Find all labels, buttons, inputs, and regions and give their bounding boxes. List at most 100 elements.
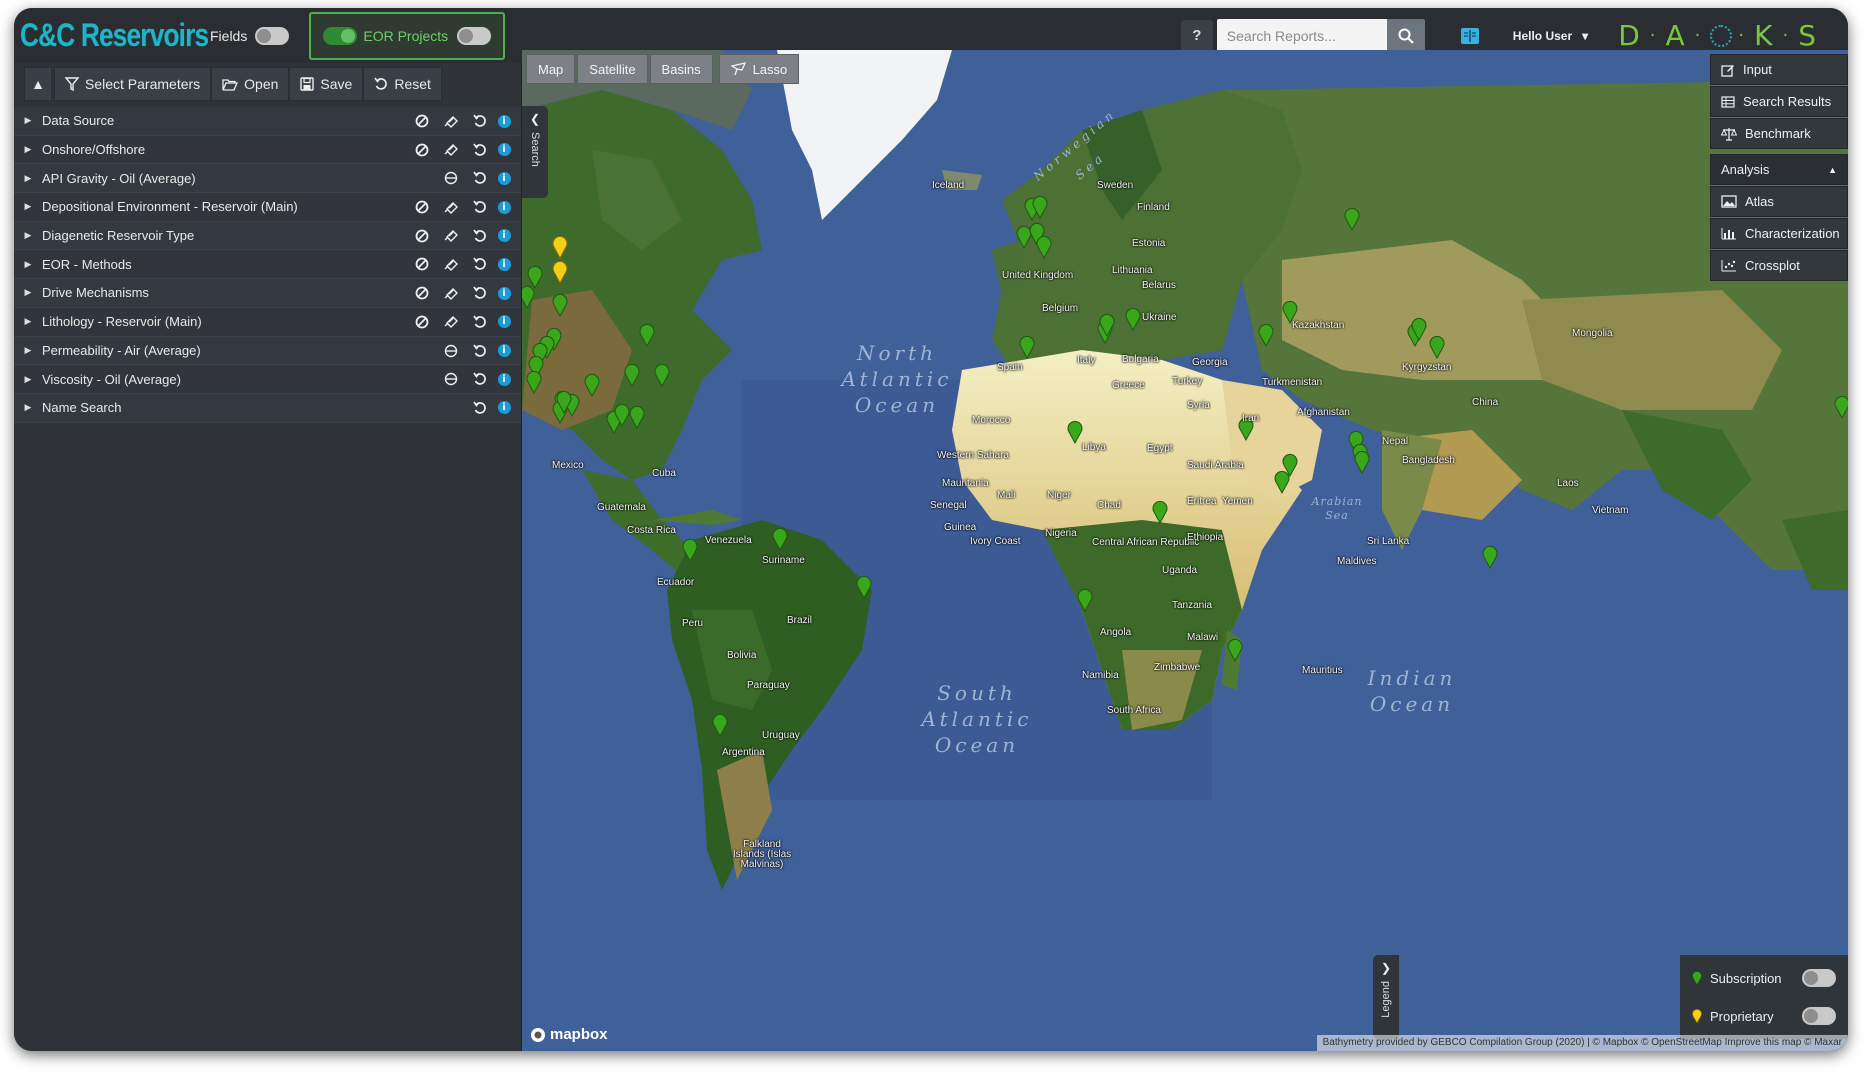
range-icon[interactable]: [443, 371, 459, 387]
help-button[interactable]: ?: [1180, 19, 1213, 52]
exclude-icon[interactable]: [414, 285, 430, 301]
undo-icon[interactable]: [472, 343, 488, 359]
menu-atlas[interactable]: Atlas: [1710, 186, 1848, 217]
info-icon[interactable]: i: [496, 371, 512, 387]
tab-map[interactable]: Map: [526, 54, 576, 84]
undo-icon[interactable]: [472, 371, 488, 387]
caret-right-icon[interactable]: ▶: [14, 144, 42, 155]
tab-satellite[interactable]: Satellite: [577, 54, 648, 84]
exclude-icon[interactable]: [414, 314, 430, 330]
parameter-row[interactable]: ▶ Viscosity - Oil (Average) i: [14, 365, 521, 394]
info-icon[interactable]: i: [496, 314, 512, 330]
info-icon[interactable]: i: [496, 170, 512, 186]
info-icon[interactable]: i: [496, 256, 512, 272]
undo-icon[interactable]: [472, 285, 488, 301]
save-button[interactable]: Save: [289, 67, 364, 101]
proprietary-toggle[interactable]: [1802, 1007, 1836, 1025]
place-label-iran: Iran: [1242, 413, 1260, 424]
undo-icon[interactable]: [472, 228, 488, 244]
layers-icon[interactable]: [443, 113, 459, 129]
search-panel-handle[interactable]: ❮ Search: [522, 106, 548, 198]
info-icon[interactable]: i: [496, 199, 512, 215]
info-icon[interactable]: i: [496, 400, 512, 416]
search-button[interactable]: [1386, 18, 1425, 53]
undo-icon[interactable]: [472, 113, 488, 129]
place-label-mongolia: Mongolia: [1572, 328, 1613, 339]
layers-icon[interactable]: [443, 199, 459, 215]
info-icon[interactable]: i: [496, 285, 512, 301]
map-canvas[interactable]: [522, 50, 1848, 1051]
select-parameters-button[interactable]: Select Parameters: [54, 67, 212, 101]
parameter-row[interactable]: ▶ EOR - Methods i: [14, 250, 521, 280]
reports-button[interactable]: [1455, 21, 1485, 51]
caret-right-icon[interactable]: ▶: [14, 316, 42, 327]
undo-icon: [374, 77, 388, 90]
caret-right-icon[interactable]: ▶: [14, 259, 42, 270]
range-icon[interactable]: [443, 170, 459, 186]
parameter-row[interactable]: ▶ Drive Mechanisms i: [14, 279, 521, 308]
app-logo[interactable]: C&C Reservoirs: [20, 17, 209, 54]
undo-icon[interactable]: [472, 400, 488, 416]
parameter-row[interactable]: ▶ API Gravity - Oil (Average) i: [14, 164, 521, 194]
exclude-icon[interactable]: [414, 256, 430, 272]
parameter-row[interactable]: ▶ Permeability - Air (Average) i: [14, 336, 521, 366]
undo-icon[interactable]: [472, 256, 488, 272]
tab-basins[interactable]: Basins: [649, 54, 713, 84]
exclude-icon[interactable]: [414, 142, 430, 158]
caret-right-icon[interactable]: ▶: [14, 402, 42, 413]
search-reports-input[interactable]: [1216, 18, 1387, 53]
parameter-row[interactable]: ▶ Lithology - Reservoir (Main) i: [14, 307, 521, 337]
info-icon[interactable]: i: [496, 142, 512, 158]
parameter-row[interactable]: ▶ Data Source i: [14, 107, 521, 136]
exclude-icon[interactable]: [414, 113, 430, 129]
range-icon[interactable]: [443, 343, 459, 359]
caret-right-icon[interactable]: ▶: [14, 201, 42, 212]
menu-input[interactable]: Input: [1710, 54, 1848, 85]
reset-button[interactable]: Reset: [363, 67, 442, 101]
exclude-icon[interactable]: [414, 228, 430, 244]
undo-icon[interactable]: [472, 170, 488, 186]
fields-toggle[interactable]: [255, 26, 290, 45]
menu-characterization[interactable]: Characterization: [1710, 218, 1848, 249]
caret-right-icon[interactable]: ▶: [14, 345, 42, 356]
parameter-row[interactable]: ▶ Diagenetic Reservoir Type i: [14, 221, 521, 251]
undo-icon[interactable]: [472, 142, 488, 158]
mapbox-logo[interactable]: mapbox: [530, 1026, 608, 1043]
eor-projects-secondary-toggle[interactable]: [457, 26, 492, 45]
place-label-sri-lanka: Sri Lanka: [1367, 536, 1410, 547]
place-label-maldives: Maldives: [1337, 556, 1377, 567]
menu-crossplot[interactable]: Crossplot: [1710, 250, 1848, 281]
menu-benchmark[interactable]: Benchmark: [1710, 118, 1848, 149]
parameter-row[interactable]: ▶ Depositional Environment - Reservoir (M…: [14, 193, 521, 222]
caret-right-icon[interactable]: ▶: [14, 173, 42, 184]
collapse-panel-button[interactable]: ▲: [24, 67, 52, 101]
subscription-toggle[interactable]: [1802, 969, 1836, 987]
layers-icon[interactable]: [443, 285, 459, 301]
map-attribution[interactable]: Bathymetry provided by GEBCO Compilation…: [1316, 1035, 1848, 1051]
caret-right-icon[interactable]: ▶: [14, 287, 42, 298]
open-button[interactable]: Open: [211, 67, 290, 101]
undo-icon[interactable]: [472, 199, 488, 215]
undo-icon[interactable]: [472, 314, 488, 330]
caret-right-icon[interactable]: ▶: [14, 374, 42, 385]
caret-right-icon[interactable]: ▶: [14, 115, 42, 126]
menu-search-results[interactable]: Search Results: [1710, 86, 1848, 117]
info-icon[interactable]: i: [496, 228, 512, 244]
legend-proprietary: Proprietary: [1680, 997, 1848, 1035]
lasso-button[interactable]: Lasso: [718, 54, 800, 84]
user-menu[interactable]: Hello User ▾: [1513, 29, 1588, 43]
exclude-icon[interactable]: [414, 199, 430, 215]
caret-right-icon[interactable]: ▶: [14, 230, 42, 241]
parameter-row[interactable]: ▶ Onshore/Offshore i: [14, 135, 521, 165]
menu-analysis-header[interactable]: Analysis ▲: [1710, 154, 1848, 185]
legend-handle[interactable]: ❯ Legend: [1373, 955, 1399, 1039]
layers-icon[interactable]: [443, 256, 459, 272]
layers-icon[interactable]: [443, 314, 459, 330]
info-icon[interactable]: i: [496, 113, 512, 129]
world-map[interactable]: Map Satellite Basins Lasso ❮ Search Nort…: [522, 50, 1848, 1051]
layers-icon[interactable]: [443, 142, 459, 158]
parameter-row[interactable]: ▶ Name Search i: [14, 393, 521, 423]
info-icon[interactable]: i: [496, 343, 512, 359]
eor-projects-toggle[interactable]: [323, 26, 358, 45]
layers-icon[interactable]: [443, 228, 459, 244]
